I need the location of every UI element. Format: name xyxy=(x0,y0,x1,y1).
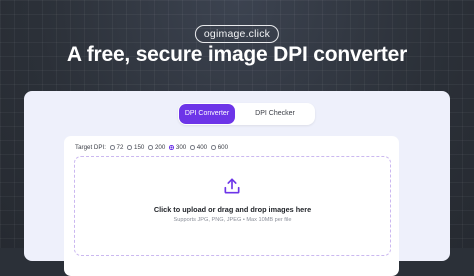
radio-icon[interactable] xyxy=(211,145,216,150)
dpi-option-label: 300 xyxy=(175,144,187,151)
converter-panel: Target DPI: 72 150 200 300 400 600 Click… xyxy=(64,136,399,276)
dropzone-subtitle: Supports JPG, PNG, JPEG • Max 10MB per f… xyxy=(173,217,292,223)
radio-selected-icon[interactable] xyxy=(169,145,174,150)
tab-switcher: DPI Converter DPI Checker xyxy=(178,103,315,125)
dpi-option-label: 200 xyxy=(154,144,166,151)
dpi-option-600[interactable]: 600 xyxy=(211,144,228,151)
dpi-option-label: 72 xyxy=(116,144,124,151)
radio-icon[interactable] xyxy=(148,145,153,150)
upload-icon xyxy=(224,178,240,194)
converter-card: DPI Converter DPI Checker Target DPI: 72… xyxy=(24,91,450,276)
dpi-option-150[interactable]: 150 xyxy=(127,144,144,151)
dpi-option-label: 400 xyxy=(196,144,208,151)
domain-badge: ogimage.click xyxy=(194,25,280,43)
radio-icon[interactable] xyxy=(127,145,133,150)
dpi-option-200[interactable]: 200 xyxy=(148,144,165,151)
page-title: A free, secure image DPI converter xyxy=(66,43,408,66)
dpi-option-400[interactable]: 400 xyxy=(190,144,207,151)
tab-dpi-converter[interactable]: DPI Converter xyxy=(179,104,235,124)
radio-icon[interactable] xyxy=(190,145,195,150)
tab-dpi-checker[interactable]: DPI Checker xyxy=(237,104,313,124)
dpi-selector: Target DPI: 72 150 200 300 400 600 xyxy=(75,144,232,151)
dropzone-title: Click to upload or drag and drop images … xyxy=(153,205,312,214)
dpi-option-label: 600 xyxy=(217,144,229,151)
upload-dropzone[interactable]: Click to upload or drag and drop images … xyxy=(74,156,391,256)
target-dpi-label: Target DPI: xyxy=(75,144,106,151)
radio-icon[interactable] xyxy=(109,145,115,150)
dpi-option-72[interactable]: 72 xyxy=(109,144,124,151)
dpi-option-label: 150 xyxy=(134,144,145,151)
dpi-option-300[interactable]: 300 xyxy=(169,144,186,151)
